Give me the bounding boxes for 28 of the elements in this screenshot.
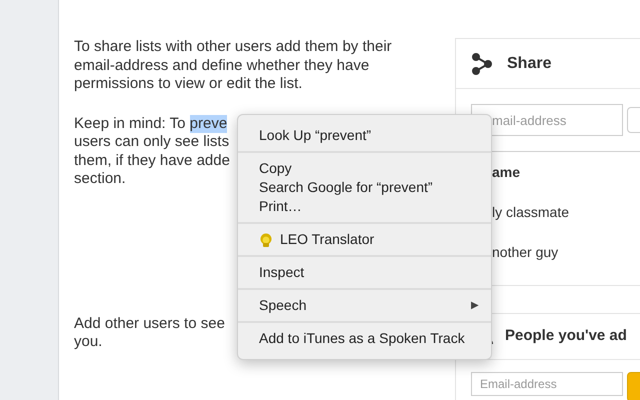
share-icon <box>472 52 492 74</box>
body-text: section. <box>74 170 126 188</box>
menu-item[interactable]: Inspect <box>238 263 491 282</box>
column-header: ame <box>492 163 522 182</box>
body-text: Add other users to see <box>74 314 225 333</box>
body-text: you. <box>74 333 102 352</box>
table-cell-text: nother guy <box>492 243 560 262</box>
card-title: People you've ad <box>505 326 627 346</box>
menu-item[interactable]: LEO Translator <box>238 230 491 249</box>
menu-item[interactable]: Speech ▶ <box>238 296 491 315</box>
body-text: To share lists with other users add them by their <box>74 38 392 56</box>
menu-item-label: LEO Translator <box>280 230 374 249</box>
card-title: Share <box>507 54 552 74</box>
email-field[interactable]: mail-address <box>471 104 623 136</box>
menu-item[interactable]: Copy <box>238 159 491 178</box>
menu-item[interactable]: Add to iTunes as a Spoken Track <box>238 329 491 348</box>
submenu-arrow: ▶ <box>471 299 479 313</box>
body-text: permissions to view or edit the list. <box>74 75 302 94</box>
body-text: email-address and define whether they have <box>74 56 370 75</box>
body-text: users can only see lists <box>74 133 230 152</box>
menu-item[interactable]: Search Google for “prevent” <box>238 178 491 197</box>
email-field[interactable]: Email-address <box>471 372 623 396</box>
menu-item[interactable]: Print… <box>238 197 491 216</box>
table-cell-text: ly classmate <box>492 203 570 222</box>
selected-text: preve <box>190 114 228 133</box>
body-text: Keep in mind: To <box>74 114 186 133</box>
body-text: them, if they have adde <box>74 152 230 170</box>
menu-item-label: Speech <box>259 296 306 315</box>
